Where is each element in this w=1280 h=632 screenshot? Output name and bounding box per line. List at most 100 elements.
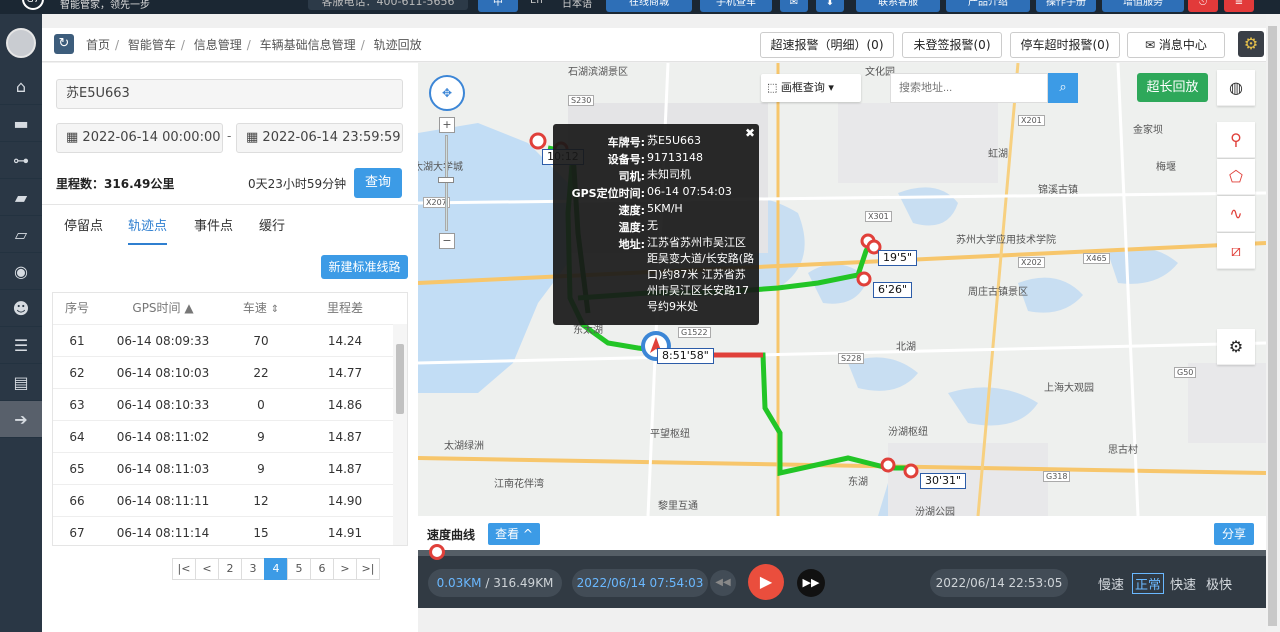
menu-icon[interactable]: ≡ xyxy=(1224,0,1254,12)
list-icon[interactable]: ☰ xyxy=(0,327,42,364)
page-scrollbar[interactable] xyxy=(1266,14,1280,632)
parking-alarm-button[interactable]: 停车超时报警(0) xyxy=(1010,32,1120,58)
route-icon[interactable]: ∿ xyxy=(1217,196,1255,232)
logout-icon[interactable]: ⎋ xyxy=(1188,0,1218,12)
zoom-out-button[interactable]: − xyxy=(439,233,455,249)
message-center-button[interactable]: ✉ 消息中心 xyxy=(1127,32,1225,58)
table-row[interactable]: 61 06-14 08:09:33 70 14.24 xyxy=(53,324,393,356)
page-button[interactable]: > xyxy=(333,558,357,580)
globe-icon[interactable]: ◍ xyxy=(1217,70,1255,106)
contact-service-button[interactable]: 联系客服 xyxy=(856,0,940,12)
table-scrollbar-thumb[interactable] xyxy=(396,344,404,414)
page-button[interactable]: 3 xyxy=(241,558,265,580)
polygon-icon[interactable]: ⬠ xyxy=(1217,159,1255,195)
map-settings-gear-icon[interactable]: ⚙ xyxy=(1217,329,1255,365)
sidebar: ⌂ ▬ ⊶ ▰ ▱ ◉ ☻ ☰ ▤ ➔ xyxy=(0,14,42,632)
folder-icon[interactable]: ▱ xyxy=(0,216,42,253)
table-row[interactable]: 63 06-14 08:10:33 0 14.86 xyxy=(53,388,393,420)
page-button[interactable]: >| xyxy=(356,558,380,580)
rect-query-dropdown[interactable]: ⬚ 画框查询 ▾ xyxy=(761,74,861,102)
rewind-icon[interactable]: ◀◀ xyxy=(710,570,736,596)
play-icon[interactable]: ▶ xyxy=(748,564,784,600)
speed-option[interactable]: 极快 xyxy=(1206,574,1232,593)
lang-jp-button[interactable]: 日本语 xyxy=(562,0,592,10)
truck-icon[interactable]: ▬ xyxy=(0,105,42,142)
download-icon[interactable]: ⬇ xyxy=(816,0,844,12)
lang-en-button[interactable]: En xyxy=(530,0,543,6)
table-row[interactable]: 64 06-14 08:11:02 9 14.87 xyxy=(53,420,393,452)
zoom-in-button[interactable]: + xyxy=(439,117,455,133)
new-route-button[interactable]: 新建标准线路 xyxy=(321,255,408,279)
long-playback-button[interactable]: 超长回放 xyxy=(1137,73,1208,102)
popup-device-key: 设备号: xyxy=(607,153,645,166)
playback-progress-bar[interactable] xyxy=(418,550,1266,556)
product-intro-button[interactable]: 产品介绍 xyxy=(946,0,1030,12)
speed-option[interactable]: 正常 xyxy=(1132,573,1165,594)
breadcrumb-smart-fleet[interactable]: 智能管车 xyxy=(128,38,176,52)
page-button[interactable]: 2 xyxy=(218,558,242,580)
mobile-car-button[interactable]: 手机查车 xyxy=(700,0,772,12)
report-icon[interactable]: ▤ xyxy=(0,364,42,401)
page-button[interactable]: 6 xyxy=(310,558,334,580)
lang-cn-button[interactable]: 中 xyxy=(478,0,518,12)
table-scrollbar[interactable] xyxy=(393,324,407,545)
page-button[interactable]: |< xyxy=(172,558,196,580)
stop-marker[interactable] xyxy=(856,271,872,287)
search-icon[interactable]: ⌕ xyxy=(1048,73,1078,103)
table-row[interactable]: 67 06-14 08:11:14 15 14.91 xyxy=(53,516,393,545)
breadcrumb-info-mgmt[interactable]: 信息管理 xyxy=(194,38,242,52)
stop-marker[interactable] xyxy=(529,132,547,150)
speed-alarm-button[interactable]: 超速报警（明细）(0) xyxy=(760,32,894,58)
breadcrumb-home[interactable]: 首页 xyxy=(86,38,110,52)
users-icon[interactable]: ☻ xyxy=(0,290,42,327)
stop-marker[interactable] xyxy=(903,463,919,479)
table-row[interactable]: 62 06-14 08:10:03 22 14.77 xyxy=(53,356,393,388)
pan-control-icon[interactable]: ✥ xyxy=(429,75,465,111)
stop-marker[interactable] xyxy=(880,457,896,473)
share-button[interactable]: 分享 xyxy=(1214,523,1254,545)
pin-icon[interactable]: ⚲ xyxy=(1217,122,1255,158)
zoom-slider[interactable] xyxy=(445,135,448,231)
page-button[interactable]: 4 xyxy=(264,558,288,580)
unregistered-alarm-button[interactable]: 未登签报警(0) xyxy=(902,32,1002,58)
org-chart-icon[interactable]: ⊶ xyxy=(0,142,42,179)
speed-option[interactable]: 慢速 xyxy=(1098,574,1124,593)
home-icon[interactable]: ⌂ xyxy=(0,68,42,105)
tab-slow-moving[interactable]: 缓行 xyxy=(259,215,285,245)
value-service-button[interactable]: 增值服务 xyxy=(1102,0,1184,12)
arrow-right-icon[interactable]: ➔ xyxy=(0,401,42,438)
tab-stop-points[interactable]: 停留点 xyxy=(64,215,103,245)
page-scrollbar-thumb[interactable] xyxy=(1268,26,1277,626)
map-place-label: 金家坝 xyxy=(1133,125,1163,136)
start-date-field[interactable]: ▦ 2022-06-14 00:00:00 xyxy=(56,123,223,153)
end-date-field[interactable]: ▦ 2022-06-14 23:59:59 xyxy=(236,123,403,153)
view-speed-curve-button[interactable]: 查看 ^ xyxy=(488,523,540,545)
address-search-input[interactable] xyxy=(890,73,1048,103)
settings-gear-icon[interactable]: ⚙ xyxy=(1238,31,1264,57)
table-row[interactable]: 66 06-14 08:11:11 12 14.90 xyxy=(53,484,393,516)
breadcrumb-vehicle-info[interactable]: 车辆基础信息管理 xyxy=(260,38,356,52)
table-row[interactable]: 65 06-14 08:11:03 9 14.87 xyxy=(53,452,393,484)
map-view[interactable]: 石湖滨湖景区 文化园 太湖大学城 苏州大学应用技术学院 周庄古镇景区 锦溪古镇 平望枢纽 汾湖… xyxy=(418,63,1266,516)
query-button[interactable]: 查询 xyxy=(354,168,402,198)
refresh-icon[interactable]: ↻ xyxy=(54,34,74,54)
col-gps-time-header[interactable]: GPS时间 ▲ xyxy=(101,293,225,324)
tab-event-points[interactable]: 事件点 xyxy=(194,215,233,245)
col-index-header: 序号 xyxy=(64,301,89,315)
fast-forward-icon[interactable]: ▶▶ xyxy=(797,569,825,597)
page-button[interactable]: < xyxy=(195,558,219,580)
speed-option[interactable]: 快速 xyxy=(1170,574,1196,593)
page-button[interactable]: 5 xyxy=(287,558,311,580)
col-speed-header[interactable]: 车速 ⇕ xyxy=(225,293,297,324)
map-pin-icon[interactable]: ◉ xyxy=(0,253,42,290)
mail-icon[interactable]: ✉ xyxy=(780,0,808,12)
ruler-icon[interactable]: ⧄ xyxy=(1217,233,1255,269)
zoom-slider-thumb[interactable] xyxy=(438,177,454,183)
plate-input[interactable]: 苏E5U663 xyxy=(56,79,403,109)
manual-button[interactable]: 操作手册 xyxy=(1036,0,1096,12)
playback-progress-knob[interactable] xyxy=(429,544,446,560)
online-mall-button[interactable]: 在线商城 xyxy=(606,0,692,12)
tab-track-points[interactable]: 轨迹点 xyxy=(128,215,168,245)
folder-open-icon[interactable]: ▰ xyxy=(0,179,42,216)
avatar[interactable] xyxy=(6,28,36,58)
